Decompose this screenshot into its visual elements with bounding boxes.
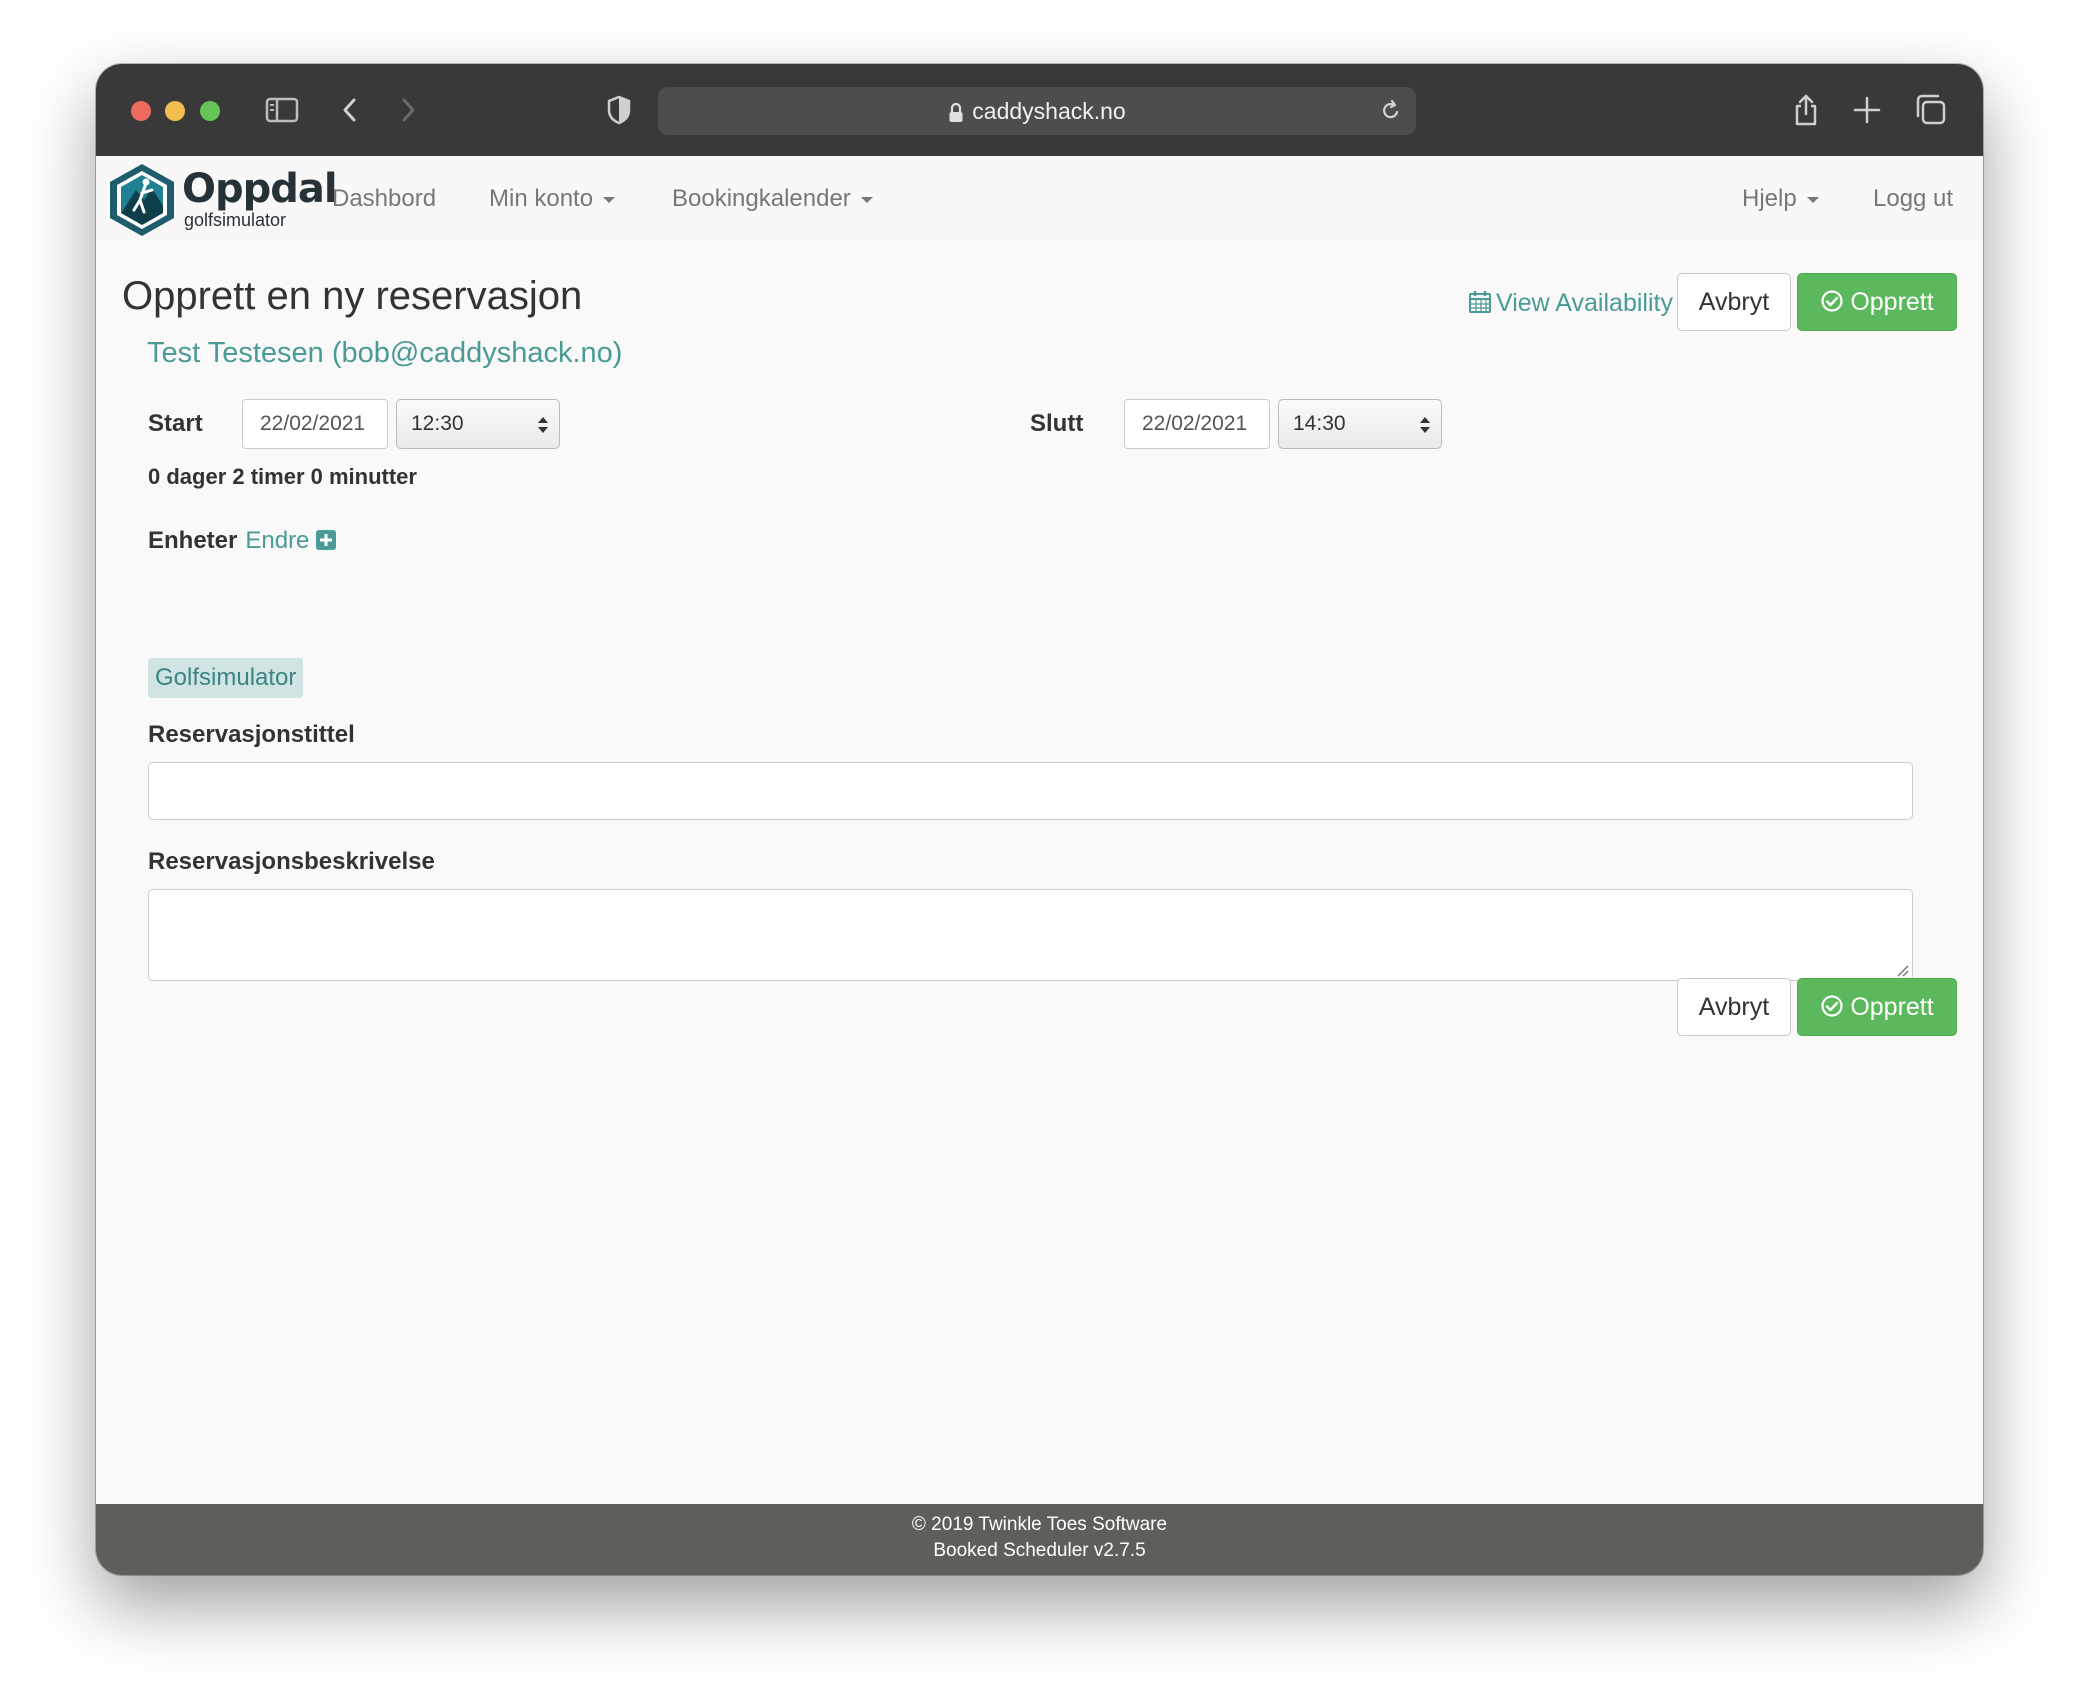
nav-my-account-label: Min konto <box>489 185 594 212</box>
zoom-window-button[interactable] <box>200 101 220 121</box>
check-circle-icon <box>1821 995 1843 1017</box>
golfer-logo-icon <box>110 164 174 236</box>
logo-subtitle: golfsimulator <box>184 210 287 230</box>
caret-down-icon <box>860 196 873 203</box>
minimize-window-button[interactable] <box>165 101 185 121</box>
nav-logout-label: Logg ut <box>1873 185 1954 212</box>
footer-version: Booked Scheduler v2.7.5 <box>933 1540 1146 1561</box>
start-time-select[interactable]: 12:30 <box>396 399 560 449</box>
create-button-top[interactable]: Opprett <box>1797 273 1957 331</box>
spacer-icon <box>1950 90 1951 130</box>
back-icon[interactable] <box>338 90 362 130</box>
caret-down-icon <box>603 196 616 203</box>
create-button-top-label: Opprett <box>1850 288 1934 316</box>
view-availability-link[interactable]: View Availability <box>1468 289 1673 318</box>
change-resources-link[interactable]: Endre <box>245 527 309 554</box>
duration-text: 0 dager 2 timer 0 minutter <box>148 464 417 489</box>
url-text: caddyshack.no <box>972 98 1126 124</box>
resources-label: Enheter <box>148 527 238 554</box>
resources-heading: Enheter Endre <box>148 527 337 555</box>
start-date-input[interactable]: 22/02/2021 <box>242 399 388 449</box>
browser-titlebar: caddyshack.no <box>96 64 1983 156</box>
sidebar-toggle-icon[interactable] <box>264 90 300 130</box>
plus-square-icon[interactable] <box>315 529 337 551</box>
reservation-description-textarea[interactable] <box>148 889 1913 981</box>
title-label: Reservasjonstittel <box>148 721 355 748</box>
logo-title: Oppdal <box>182 166 338 212</box>
nav-help-label: Hjelp <box>1742 185 1797 212</box>
new-tab-icon[interactable] <box>1852 90 1882 130</box>
reservation-form: Opprett en ny reservasjon Test Testesen … <box>96 242 1983 1504</box>
footer-copyright: © 2019 Twinkle Toes Software <box>911 1514 1168 1535</box>
end-date-input[interactable]: 22/02/2021 <box>1124 399 1270 449</box>
share-icon[interactable] <box>1790 90 1822 130</box>
top-navbar: Oppdal golfsimulator Dashbord Min konto … <box>96 156 1983 243</box>
create-button-bottom-label: Opprett <box>1850 993 1934 1021</box>
nav-booking-calendar-label: Bookingkalender <box>672 185 851 212</box>
privacy-shield-icon[interactable] <box>604 90 634 130</box>
nav-help[interactable]: Hjelp <box>1742 156 1819 242</box>
start-label: Start <box>148 410 203 437</box>
cancel-button-bottom[interactable]: Avbryt <box>1677 978 1791 1036</box>
reservation-title-input[interactable] <box>148 762 1913 820</box>
tab-overview-icon[interactable] <box>1914 90 1948 130</box>
reservation-user-link[interactable]: Test Testesen (bob@caddyshack.no) <box>147 337 622 370</box>
view-availability-label: View Availability <box>1496 289 1673 317</box>
resource-tag[interactable]: Golfsimulator <box>148 658 304 698</box>
end-time-value: 14:30 <box>1293 412 1346 435</box>
start-time-value: 12:30 <box>411 412 464 435</box>
reload-icon[interactable] <box>1380 99 1402 123</box>
nav-logout[interactable]: Logg ut <box>1873 156 1953 242</box>
page-footer: © 2019 Twinkle Toes Software Booked Sche… <box>96 1504 1983 1575</box>
forward-icon[interactable] <box>396 90 420 130</box>
cancel-button-top[interactable]: Avbryt <box>1677 273 1791 331</box>
select-arrows-icon <box>538 417 548 433</box>
check-circle-icon <box>1821 290 1843 312</box>
calendar-icon <box>1469 291 1491 314</box>
end-time-select[interactable]: 14:30 <box>1278 399 1442 449</box>
create-button-bottom[interactable]: Opprett <box>1797 978 1957 1036</box>
lock-icon <box>949 102 963 122</box>
resize-handle-icon[interactable] <box>1895 963 1909 977</box>
browser-window: caddyshack.no Oppdal golfsimulator Dashb… <box>96 64 1983 1575</box>
nav-dashboard[interactable]: Dashbord <box>332 156 436 242</box>
nav-dashboard-label: Dashbord <box>332 185 437 212</box>
caret-down-icon <box>1806 196 1819 203</box>
end-label: Slutt <box>1030 410 1084 437</box>
select-arrows-icon <box>1420 417 1430 433</box>
page-title: Opprett en ny reservasjon <box>122 274 583 318</box>
address-bar[interactable]: caddyshack.no <box>658 87 1416 135</box>
nav-booking-calendar[interactable]: Bookingkalender <box>672 156 873 242</box>
description-label: Reservasjonsbeskrivelse <box>148 848 435 875</box>
close-window-button[interactable] <box>131 101 151 121</box>
nav-my-account[interactable]: Min konto <box>489 156 616 242</box>
oppdal-logo[interactable]: Oppdal golfsimulator <box>106 160 338 240</box>
